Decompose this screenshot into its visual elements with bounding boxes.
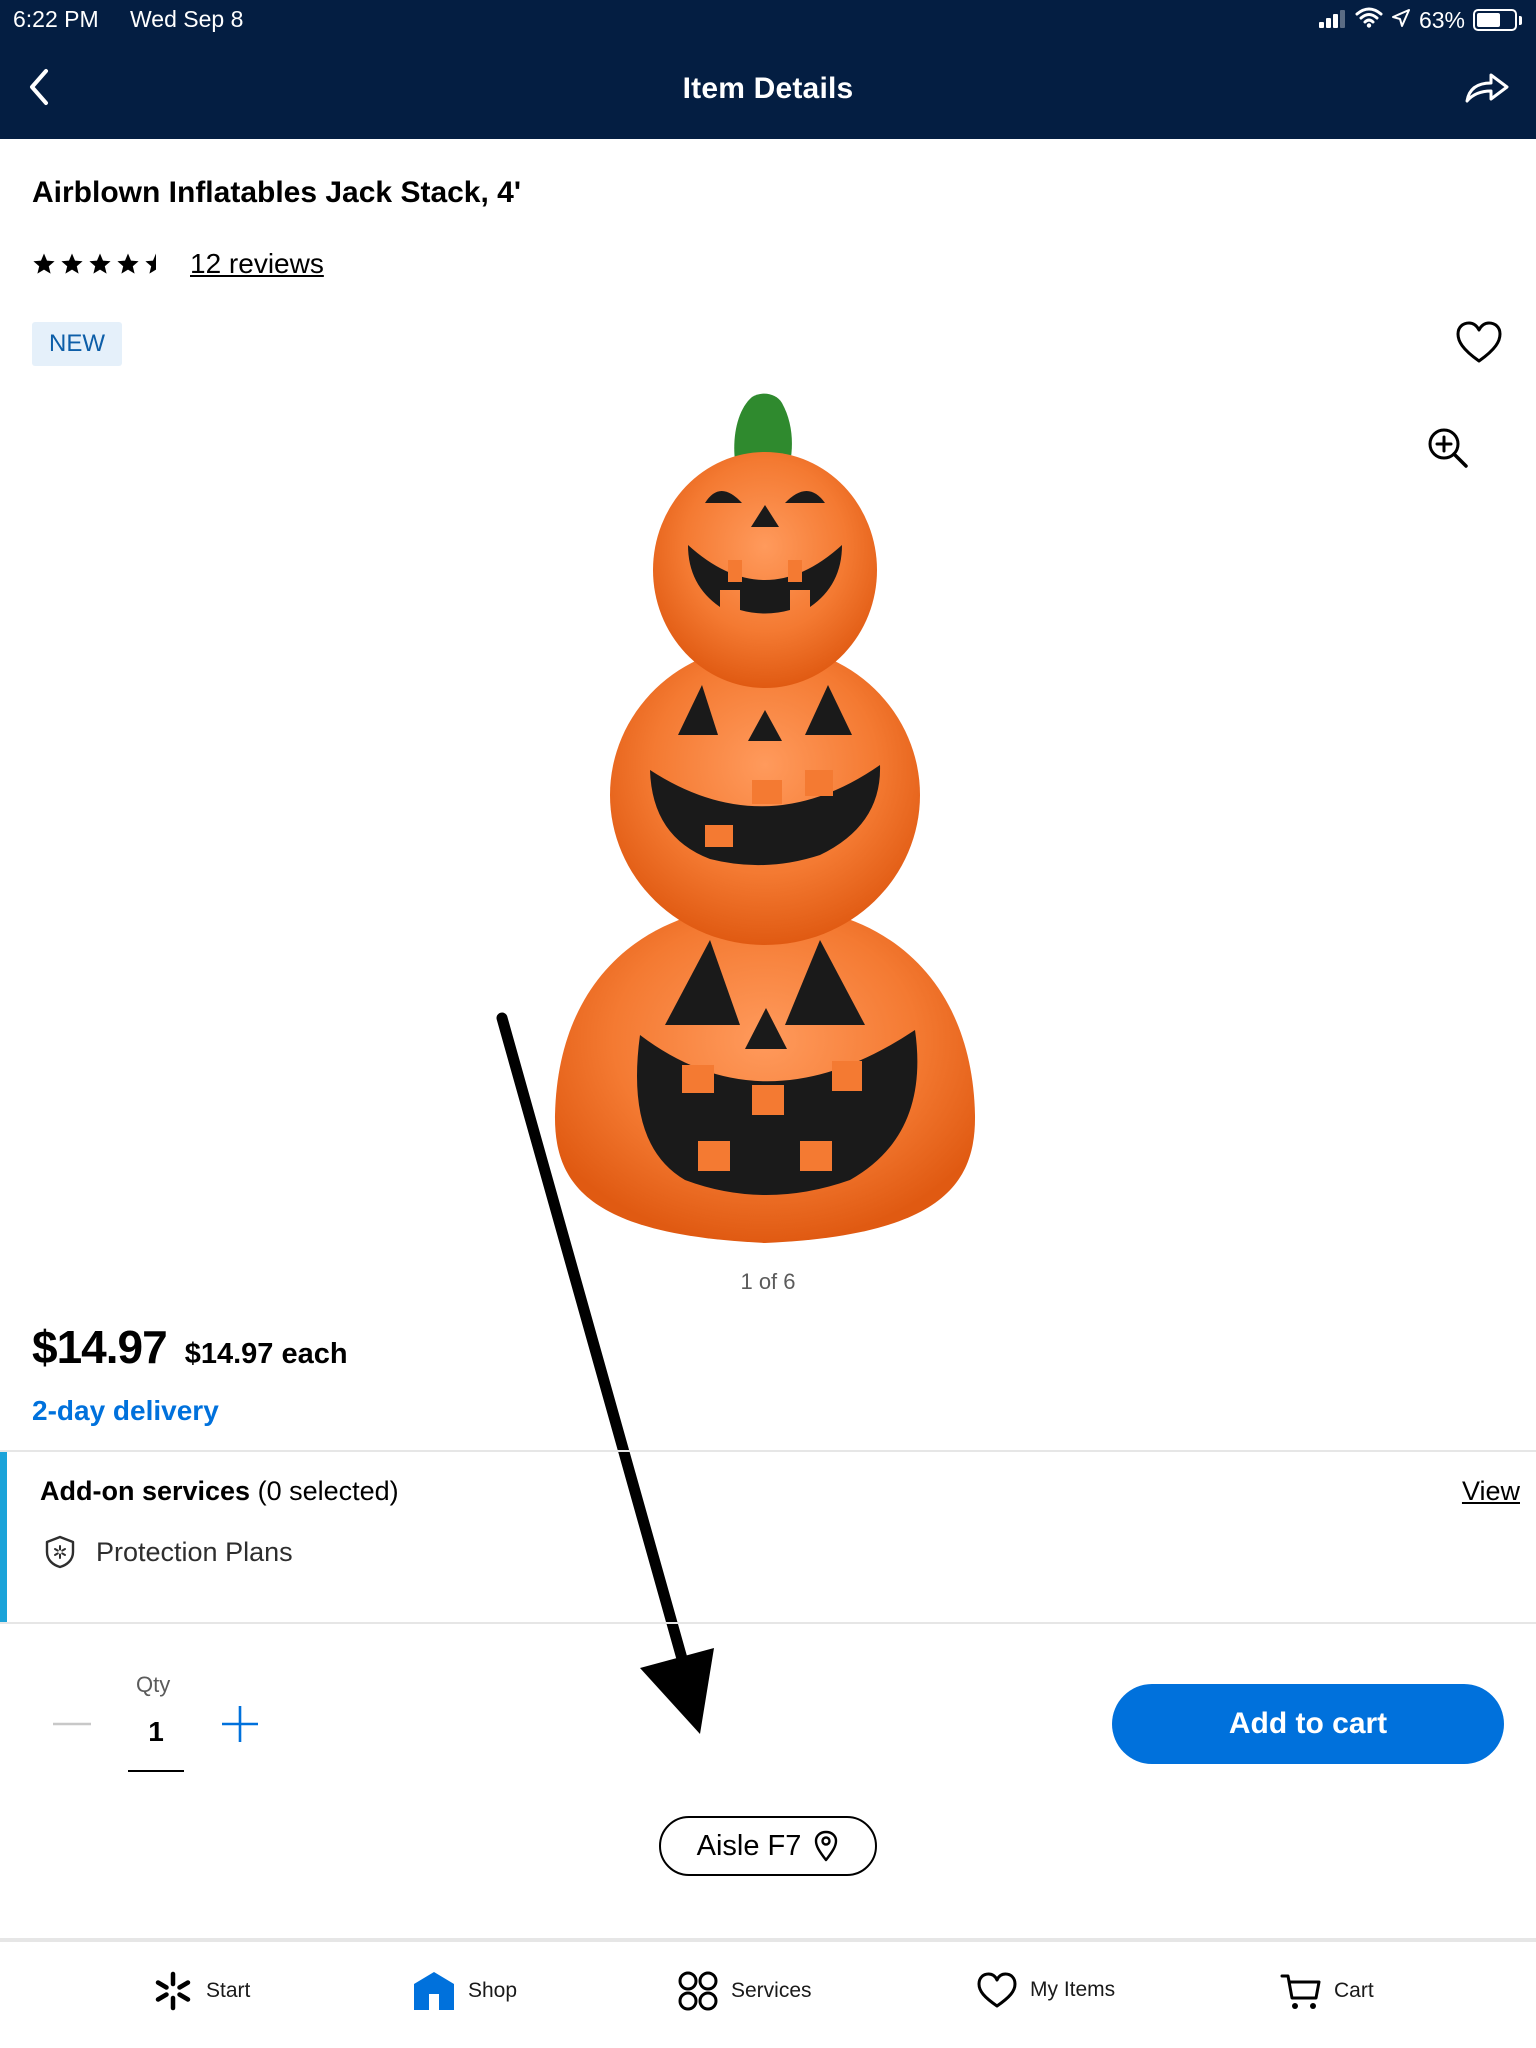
divider (0, 1622, 1536, 1624)
status-indicators: 63% (1318, 6, 1522, 34)
heart-icon (977, 1972, 1017, 2008)
plus-icon (222, 1706, 258, 1742)
tab-start-label: Start (206, 1979, 251, 2002)
shield-icon (45, 1535, 75, 1569)
price: $14.97 (32, 1321, 168, 1373)
tab-cart-label: Cart (1334, 1979, 1374, 2002)
aisle-locator-button[interactable]: Aisle F7 (659, 1816, 877, 1876)
nav-bar: Item Details (0, 50, 1536, 130)
favorite-button[interactable] (1452, 316, 1506, 370)
delivery-option[interactable]: 2-day delivery (32, 1395, 219, 1427)
qty-label: Qty (136, 1672, 171, 1697)
protection-plans-item[interactable]: Protection Plans (42, 1534, 293, 1570)
battery-tip (1519, 15, 1522, 25)
qty-decrement-button[interactable] (50, 1706, 94, 1742)
spark-icon (155, 1971, 191, 2011)
top-pumpkin (653, 452, 877, 688)
addon-services: Add-on services (0 selected) View Protec… (0, 1452, 1536, 1622)
zoom-button[interactable] (1422, 422, 1476, 476)
tab-shop[interactable]: Shop (412, 1970, 517, 2012)
qty-input[interactable]: 1 (128, 1716, 184, 1748)
protection-plans-label: Protection Plans (96, 1536, 293, 1567)
star-icon (61, 253, 83, 274)
services-icon (678, 1971, 718, 2011)
share-button[interactable] (1452, 62, 1522, 112)
status-bar: 6:22 PM Wed Sep 8 63% (0, 0, 1536, 40)
cart-icon (1280, 1974, 1321, 2009)
new-badge: NEW (32, 322, 122, 366)
tab-services-label: Services (731, 1979, 812, 2002)
status-date: Wed Sep 8 (130, 6, 244, 32)
add-to-cart-button[interactable]: Add to cart (1112, 1684, 1504, 1764)
tab-my-items-label: My Items (1030, 1978, 1116, 2001)
qty-underline (128, 1770, 184, 1772)
product-image[interactable] (520, 385, 1010, 1245)
addon-selected-count: (0 selected) (257, 1476, 399, 1506)
heart-icon (1456, 321, 1502, 363)
tab-shop-label: Shop (468, 1979, 518, 2002)
store-icon (414, 1972, 454, 2010)
tab-start[interactable]: Start (152, 1970, 250, 2012)
addon-view-link[interactable]: View (1462, 1476, 1520, 1507)
app-header: 6:22 PM Wed Sep 8 63% Item Details (0, 0, 1536, 139)
addon-title-label: Add-on services (40, 1476, 251, 1506)
qty-increment-button[interactable] (218, 1702, 262, 1746)
tab-my-items[interactable]: My Items (976, 1970, 1115, 2010)
addon-accent-bar (0, 1452, 7, 1622)
signal-icon (1318, 7, 1347, 34)
page-title: Item Details (682, 72, 854, 105)
wifi-icon (1355, 6, 1383, 34)
addon-title: Add-on services (0 selected) (40, 1476, 399, 1507)
map-pin-icon (815, 1830, 838, 1862)
star-icon (117, 253, 139, 274)
minus-icon (53, 1722, 91, 1726)
star-icon (145, 253, 156, 274)
tab-cart[interactable]: Cart (1280, 1970, 1374, 2012)
reviews-link[interactable]: 12 reviews (190, 248, 324, 280)
product-title: Airblown Inflatables Jack Stack, 4' (32, 176, 521, 209)
star-icon (33, 253, 55, 274)
zoom-in-icon (1428, 428, 1468, 468)
image-counter: 1 of 6 (740, 1269, 796, 1294)
rating-row: 12 reviews (32, 248, 324, 280)
star-rating (32, 252, 168, 276)
unit-price: $14.97 each (184, 1338, 348, 1370)
price-row: $14.97 $14.97 each (32, 1320, 348, 1374)
battery-level (1477, 13, 1500, 27)
tab-services[interactable]: Services (677, 1970, 812, 2012)
battery-percent: 63% (1418, 6, 1465, 33)
battery-icon (1473, 9, 1517, 31)
location-icon (1391, 7, 1411, 34)
share-icon (1465, 73, 1509, 103)
star-icon (89, 253, 111, 274)
status-time: 6:22 PM (13, 6, 99, 32)
bottom-tab-bar: Start Shop Services My Items Cart (0, 1940, 1536, 2048)
aisle-label: Aisle F7 (696, 1829, 802, 1862)
